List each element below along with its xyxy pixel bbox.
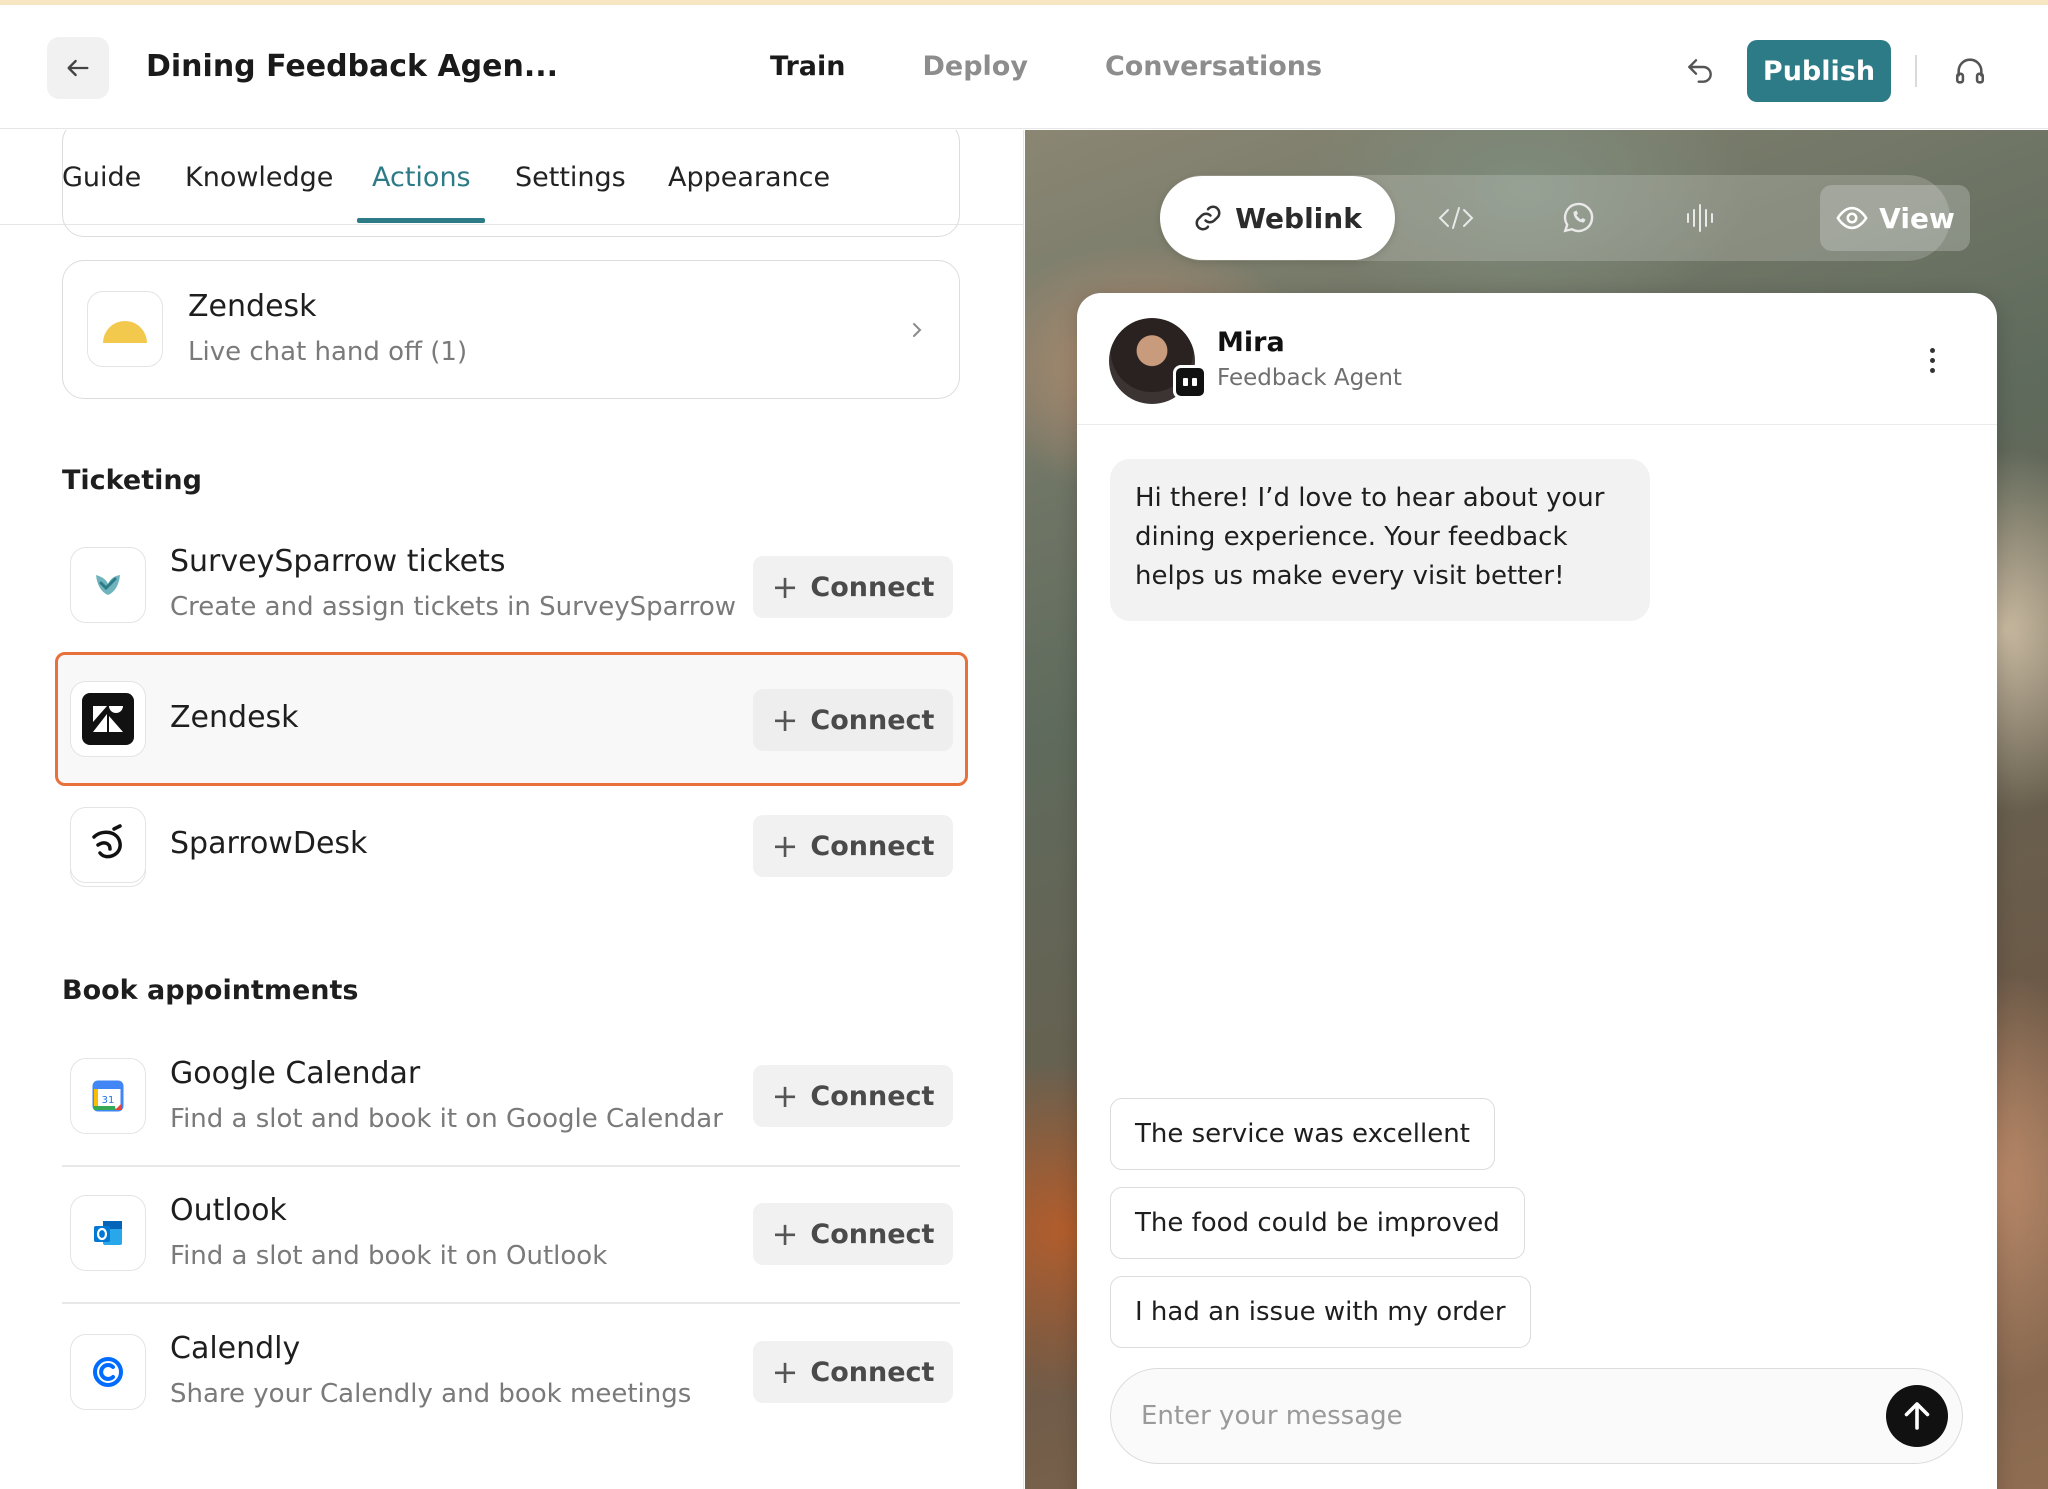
link-icon	[1195, 205, 1221, 231]
support-button[interactable]	[1950, 51, 1990, 91]
message-input[interactable]	[1141, 1391, 1821, 1441]
connect-button-sparrowdesk[interactable]: + Connect	[753, 815, 953, 877]
weblink-tab[interactable]: Weblink	[1160, 176, 1395, 260]
suggestion-chip[interactable]: The food could be improved	[1110, 1187, 1525, 1259]
plus-icon: +	[771, 701, 799, 739]
surveysparrow-icon	[96, 575, 120, 595]
connect-label: Connect	[810, 1356, 935, 1388]
whatsapp-icon	[1563, 202, 1594, 233]
item-description: Find a slot and book it on Outlook	[170, 1241, 608, 1271]
handoff-card-title: Zendesk	[188, 289, 317, 324]
weblink-label: Weblink	[1235, 201, 1362, 235]
more-options-icon[interactable]	[1917, 335, 1947, 385]
app-header: Dining Feedback Agen... Train Deploy Con…	[0, 5, 2048, 129]
connect-button-zendesk[interactable]: + Connect	[753, 689, 953, 751]
connect-button-calendly[interactable]: + Connect	[753, 1341, 953, 1403]
headset-icon	[1955, 58, 1985, 84]
handoff-card-subtitle: Live chat hand off (1)	[188, 337, 468, 367]
eye-icon	[1836, 206, 1868, 230]
view-button[interactable]: View	[1820, 185, 1970, 251]
whatsapp-tab[interactable]	[1556, 196, 1600, 240]
suggestion-chip[interactable]: I had an issue with my order	[1110, 1276, 1531, 1348]
calendly-icon	[93, 1357, 123, 1387]
top-nav-tabs: Train Deploy Conversations	[770, 51, 1399, 82]
zendesk-handoff-icon-box	[87, 291, 163, 367]
connect-label: Connect	[810, 1218, 935, 1250]
sparrowdesk-icon-box	[70, 807, 146, 883]
plus-icon: +	[771, 1077, 799, 1115]
outlook-icon	[94, 1221, 122, 1245]
suggestion-chip[interactable]: The service was excellent	[1110, 1098, 1495, 1170]
connect-button-surveysparrow[interactable]: + Connect	[753, 556, 953, 618]
handoff-card-zendesk[interactable]: Zendesk Live chat hand off (1)	[62, 260, 960, 399]
connect-label: Connect	[810, 830, 935, 862]
previous-card-edge	[62, 130, 960, 237]
chevron-right-icon	[913, 323, 922, 337]
item-description: Share your Calendly and book meetings	[170, 1379, 692, 1409]
surveysparrow-icon-box	[70, 547, 146, 623]
undo-icon	[1688, 59, 1712, 83]
item-title: Google Calendar	[170, 1056, 421, 1091]
left-panel: Guide Knowledge Actions Settings Appeara…	[0, 130, 1024, 1489]
outlook-icon-box	[70, 1195, 146, 1271]
zendesk-icon-box	[70, 681, 146, 757]
send-button[interactable]	[1886, 1385, 1948, 1447]
connect-label: Connect	[810, 1080, 935, 1112]
plus-icon: +	[771, 568, 799, 606]
bot-icon	[1173, 365, 1207, 399]
calendly-icon-box	[70, 1334, 146, 1410]
item-description: Create and assign tickets in SurveySparr…	[170, 592, 737, 622]
tab-deploy[interactable]: Deploy	[922, 51, 1027, 82]
zendesk-sun-icon	[103, 321, 147, 343]
zendesk-logo-icon	[82, 693, 134, 745]
chat-header: Mira Feedback Agent	[1077, 293, 1997, 425]
tab-conversations[interactable]: Conversations	[1105, 51, 1322, 82]
undo-button[interactable]	[1680, 51, 1720, 91]
item-title: Calendly	[170, 1331, 301, 1366]
code-icon	[1438, 207, 1474, 229]
connect-button-outlook[interactable]: + Connect	[753, 1203, 953, 1265]
row-divider	[62, 1302, 960, 1304]
message-input-box	[1110, 1368, 1963, 1464]
item-title: Outlook	[170, 1193, 287, 1228]
sparrowdesk-icon	[92, 824, 122, 859]
connect-label: Connect	[810, 571, 935, 603]
item-title-zendesk: Zendesk	[170, 700, 299, 735]
chat-agent-role: Feedback Agent	[1217, 365, 1402, 391]
embed-code-tab[interactable]	[1434, 196, 1478, 240]
plus-icon: +	[771, 1353, 799, 1391]
plus-icon: +	[771, 827, 799, 865]
google-calendar-icon-box: 31	[70, 1058, 146, 1134]
agent-title: Dining Feedback Agen...	[146, 49, 559, 84]
section-title-ticketing: Ticketing	[62, 465, 202, 496]
voice-tab[interactable]	[1678, 196, 1722, 240]
audio-wave-icon	[1687, 204, 1713, 232]
connect-label: Connect	[810, 704, 935, 736]
chat-widget: Mira Feedback Agent Hi there! I’d love t…	[1077, 293, 1997, 1489]
bot-message: Hi there! I’d love to hear about your di…	[1110, 459, 1650, 621]
arrow-up-icon	[1904, 1402, 1930, 1430]
svg-text:31: 31	[102, 1095, 115, 1106]
plus-icon: +	[771, 1215, 799, 1253]
connect-button-google-calendar[interactable]: + Connect	[753, 1065, 953, 1127]
tab-train[interactable]: Train	[770, 51, 845, 82]
item-title-sparrowdesk: SparrowDesk	[170, 826, 368, 861]
row-divider	[62, 1165, 960, 1167]
chat-agent-name: Mira	[1217, 327, 1285, 358]
arrow-left-icon	[67, 59, 89, 77]
google-calendar-icon: 31	[92, 1080, 124, 1112]
item-title: SurveySparrow tickets	[170, 544, 506, 579]
item-description: Find a slot and book it on Google Calend…	[170, 1104, 723, 1134]
section-title-book-appointments: Book appointments	[62, 975, 359, 1006]
view-label: View	[1879, 201, 1955, 235]
back-button[interactable]	[47, 37, 109, 99]
header-divider	[1915, 55, 1917, 87]
publish-button[interactable]: Publish	[1747, 40, 1891, 102]
